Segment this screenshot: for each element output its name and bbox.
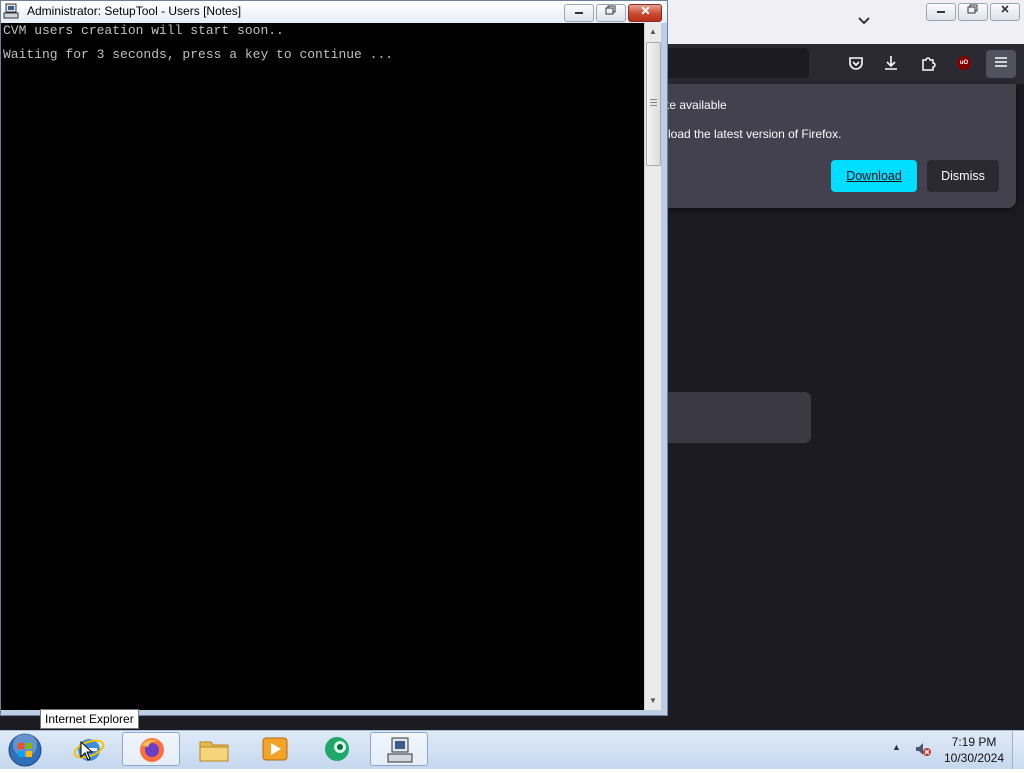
pocket-button[interactable]	[842, 49, 870, 77]
taskbar-media-player[interactable]	[246, 732, 304, 766]
clock-time: 7:19 PM	[951, 735, 997, 749]
minimize-icon	[575, 12, 583, 14]
clock-date: 10/30/2024	[943, 751, 1005, 765]
windows-orb-icon	[8, 733, 42, 767]
app-menu-button[interactable]	[986, 50, 1016, 78]
download-update-button[interactable]: Download	[831, 160, 917, 192]
green-globe-icon	[325, 737, 349, 761]
tab-list-button[interactable]	[852, 11, 876, 33]
taskbar-firefox[interactable]	[122, 732, 180, 766]
taskbar-setup-tool[interactable]	[370, 732, 428, 766]
start-button[interactable]	[6, 732, 46, 768]
minimize-icon	[937, 11, 945, 13]
console-close-button[interactable]	[628, 4, 662, 22]
download-icon	[885, 56, 897, 70]
content-placeholder-block	[660, 392, 811, 443]
scroll-up-arrow-icon[interactable]: ▲	[645, 24, 661, 40]
dismiss-button[interactable]: Dismiss	[927, 160, 999, 192]
close-icon	[1001, 5, 1009, 13]
system-clock[interactable]: 7:19 PM 10/30/2024	[940, 734, 1008, 766]
hamburger-menu-icon	[995, 57, 1007, 67]
firefox-restore-button[interactable]	[958, 3, 988, 21]
close-icon	[640, 6, 650, 15]
taskbar: ▲ 7:19 PM 10/30/2024	[0, 730, 1024, 769]
grip-icon	[650, 99, 657, 107]
chevron-down-icon	[858, 17, 870, 25]
folder-icon	[199, 741, 229, 762]
taskbar-windows-explorer[interactable]	[184, 732, 242, 766]
taskbar-app-green[interactable]	[308, 732, 366, 766]
restore-icon	[605, 5, 616, 15]
firefox-minimize-button[interactable]	[926, 3, 956, 21]
console-output[interactable]: CVM users creation will start soon.. Wai…	[1, 23, 644, 710]
show-desktop-button[interactable]	[1012, 731, 1024, 769]
console-minimize-button[interactable]	[564, 4, 594, 22]
scroll-down-arrow-icon[interactable]: ▼	[645, 693, 661, 709]
firefox-icon	[140, 738, 164, 762]
console-title: Administrator: SetupTool - Users [Notes]	[27, 4, 242, 18]
console-app-icon	[3, 3, 19, 19]
taskbar-tooltip: Internet Explorer	[40, 709, 139, 729]
update-panel-message: ownload the latest version of Firefox.	[646, 127, 842, 141]
media-player-icon	[262, 737, 288, 761]
volume-muted-icon[interactable]	[914, 741, 932, 762]
puzzle-icon	[922, 57, 936, 71]
ublock-origin-icon[interactable]: uO	[957, 56, 971, 70]
extensions-button[interactable]	[914, 49, 942, 77]
downloads-button[interactable]	[877, 49, 905, 77]
console-restore-button[interactable]	[596, 4, 626, 22]
setup-tool-icon	[387, 737, 413, 763]
mouse-cursor-icon	[80, 741, 94, 761]
restore-icon	[967, 4, 978, 14]
console-window: Administrator: SetupTool - Users [Notes]…	[0, 0, 668, 716]
console-line: Waiting for 3 seconds, press a key to co…	[3, 47, 394, 62]
update-available-panel: odate available ownload the latest versi…	[620, 84, 1016, 208]
show-hidden-icons-button[interactable]: ▲	[892, 742, 901, 752]
scrollbar-thumb[interactable]	[646, 42, 661, 166]
console-scrollbar[interactable]: ▲ ▼	[644, 23, 661, 710]
console-line: CVM users creation will start soon..	[3, 23, 284, 38]
console-titlebar[interactable]: Administrator: SetupTool - Users [Notes]	[1, 1, 667, 23]
firefox-close-button[interactable]	[990, 3, 1020, 21]
pocket-icon	[849, 57, 863, 70]
